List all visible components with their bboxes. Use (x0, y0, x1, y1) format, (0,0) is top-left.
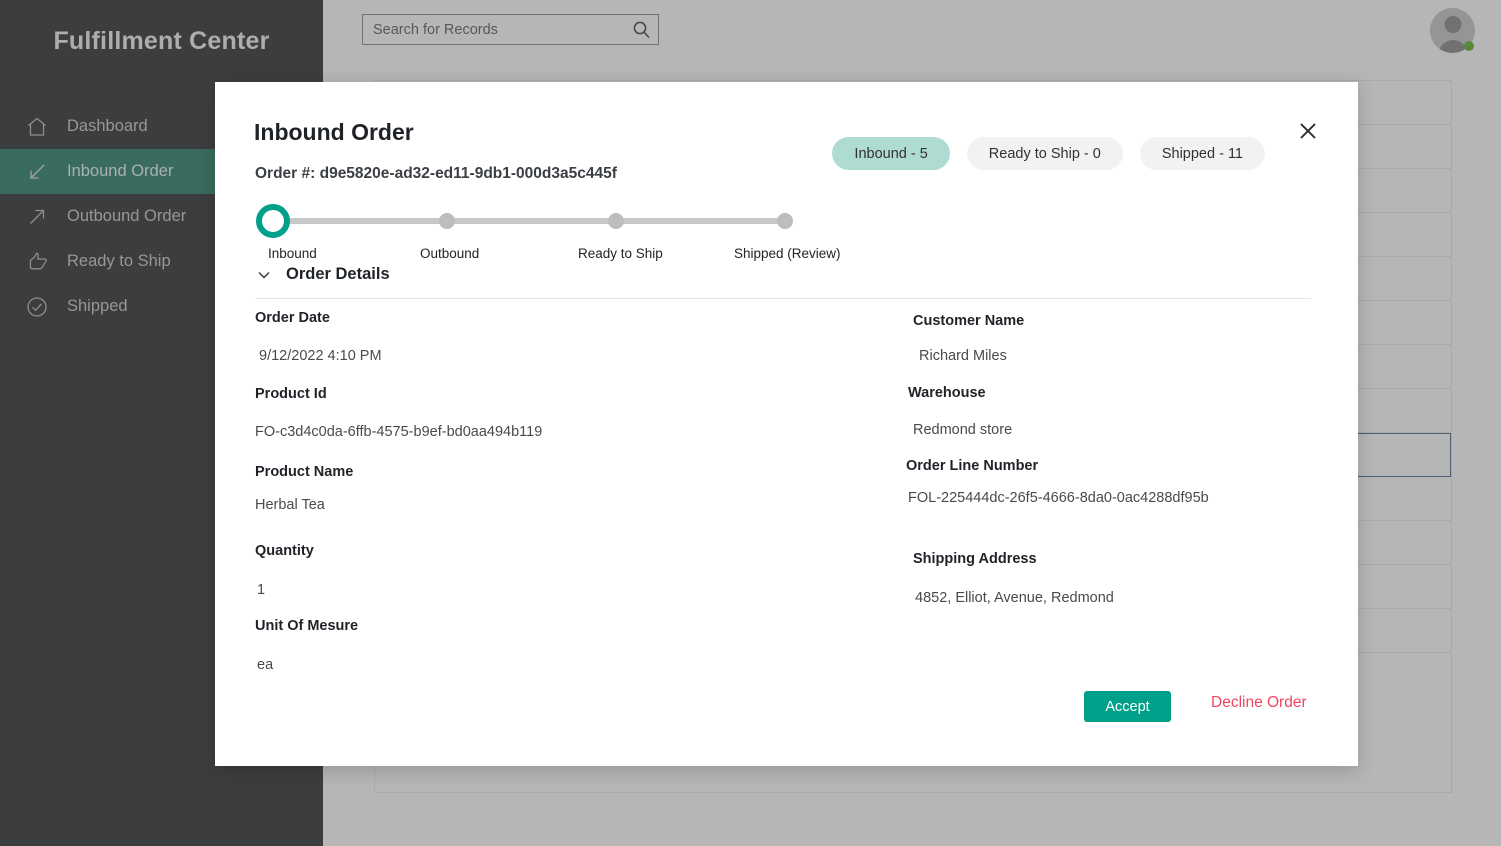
section-divider (255, 298, 1311, 299)
field-label-product-name: Product Name (255, 464, 354, 480)
field-value-order-date: 9/12/2022 4:10 PM (259, 348, 382, 364)
field-value-product-name: Herbal Tea (255, 497, 325, 513)
field-label-customer-name: Customer Name (913, 313, 1025, 329)
field-label-shipping-address: Shipping Address (913, 551, 1037, 567)
field-value-quantity: 1 (257, 582, 266, 598)
order-details-section-toggle[interactable]: Order Details (255, 265, 390, 284)
stepper-track (273, 218, 783, 224)
page-title: Inbound Order (254, 119, 414, 145)
field-value-warehouse: Redmond store (913, 422, 1013, 438)
status-filter-pills: Inbound - 5 Ready to Ship - 0 Shipped - … (832, 137, 1265, 170)
stepper-label: Inbound (268, 246, 317, 261)
stepper-dot-active-icon (256, 204, 290, 238)
status-badge-ready-to-ship[interactable]: Ready to Ship - 0 (966, 137, 1123, 170)
field-value-shipping-address: 4852, Elliot, Avenue, Redmond (915, 590, 1114, 606)
stepper-label: Shipped (Review) (734, 246, 841, 261)
field-label-unit-of-mesure: Unit Of Mesure (255, 618, 359, 634)
stepper-label: Outbound (420, 246, 480, 261)
chevron-down-icon (255, 266, 273, 284)
field-label-order-line-number: Order Line Number (906, 458, 1039, 474)
decline-order-button[interactable]: Decline Order (1211, 694, 1307, 712)
status-badge-shipped[interactable]: Shipped - 11 (1139, 137, 1265, 170)
inbound-order-modal: Inbound Order Order #: d9e5820e-ad32-ed1… (215, 82, 1358, 766)
field-value-order-line-number: FOL-225444dc-26f5-4666-8da0-0ac4288df95b (908, 490, 1209, 506)
accept-button[interactable]: Accept (1084, 691, 1171, 722)
order-progress-stepper: Inbound Outbound Ready to Ship Shipped (… (255, 204, 841, 264)
field-value-customer-name: Richard Miles (919, 348, 1007, 364)
field-value-unit-of-mesure: ea (257, 657, 274, 673)
stepper-dot-icon (439, 213, 455, 229)
status-badge-inbound[interactable]: Inbound - 5 (832, 137, 950, 170)
stepper-dot-icon (777, 213, 793, 229)
order-number: Order #: d9e5820e-ad32-ed11-9db1-000d3a5… (255, 165, 617, 182)
stepper-label: Ready to Ship (578, 246, 663, 261)
app-root: Search for Records Fulfillment Center Da… (0, 0, 1501, 846)
field-value-product-id: FO-c3d4c0da-6ffb-4575-b9ef-bd0aa494b119 (255, 424, 543, 440)
close-icon[interactable] (1295, 118, 1321, 144)
field-label-warehouse: Warehouse (908, 385, 986, 401)
field-label-quantity: Quantity (255, 543, 314, 559)
field-label-product-id: Product Id (255, 386, 327, 402)
section-title: Order Details (286, 265, 390, 283)
field-label-order-date: Order Date (255, 310, 330, 326)
stepper-dot-icon (608, 213, 624, 229)
